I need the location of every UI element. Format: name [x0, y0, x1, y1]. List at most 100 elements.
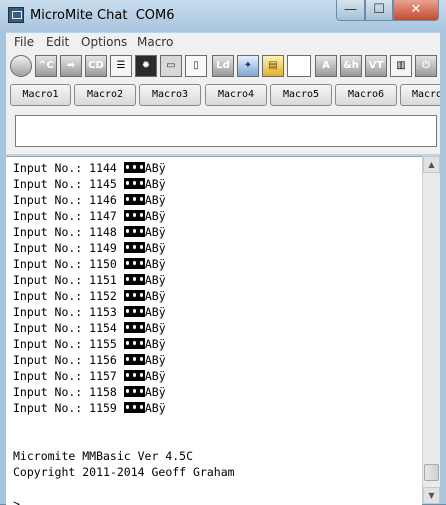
- control-char-glyph: [137, 242, 145, 253]
- control-char-glyph: [137, 386, 145, 397]
- minimize-button[interactable]: —: [336, 0, 365, 21]
- send-input[interactable]: [15, 115, 437, 147]
- scroll-down-icon[interactable]: ▼: [423, 487, 440, 504]
- terminal-line-text: Input No.: 1153: [13, 305, 117, 319]
- control-char-glyph: [137, 338, 145, 349]
- garbage-chars: ABÿ: [123, 192, 166, 208]
- toolbar: ^C ➡ CD ☰ ✹ ▭ ▯ Ld ✦ ▤ A &h VT ▥ ⏻: [6, 53, 440, 81]
- garbage-chars: ABÿ: [123, 400, 166, 416]
- garbage-chars: ABÿ: [123, 160, 166, 176]
- split-icon[interactable]: ▥: [390, 55, 412, 77]
- control-char-glyph: [130, 178, 138, 189]
- control-char-glyph: [123, 242, 131, 253]
- garbage-suffix: ABÿ: [144, 209, 166, 223]
- garbage-chars: ABÿ: [123, 240, 166, 256]
- terminal-output[interactable]: Input No.: 1144 ABÿ Input No.: 1145 ABÿ Inpu…: [6, 156, 422, 505]
- garbage-suffix: ABÿ: [144, 305, 166, 319]
- terminal-line: Input No.: 1156 ABÿ: [13, 352, 166, 368]
- menu-edit[interactable]: Edit: [46, 35, 69, 49]
- garbage-suffix: ABÿ: [144, 321, 166, 335]
- terminal-line-text: Input No.: 1148: [13, 225, 117, 239]
- garbage-suffix: ABÿ: [144, 353, 166, 367]
- control-char-glyph: [123, 338, 131, 349]
- terminal-line-text: Input No.: 1147: [13, 209, 117, 223]
- maximize-button[interactable]: ☐: [365, 0, 393, 21]
- and-h-icon[interactable]: &h: [340, 55, 362, 77]
- terminal-line: Input No.: 1154 ABÿ: [13, 320, 166, 336]
- control-char-glyph: [130, 290, 138, 301]
- terminal-line-text: Input No.: 1157: [13, 369, 117, 383]
- terminal-line: Input No.: 1159 ABÿ: [13, 400, 166, 416]
- control-char-glyph: [137, 354, 145, 365]
- garbage-chars: ABÿ: [123, 288, 166, 304]
- close-button[interactable]: ✕: [393, 0, 439, 21]
- macro7-button[interactable]: Macro7: [400, 84, 440, 106]
- control-char-glyph: [130, 194, 138, 205]
- control-char-glyph: [123, 322, 131, 333]
- clock-icon[interactable]: [10, 55, 32, 77]
- control-char-glyph: [137, 402, 145, 413]
- control-char-glyph: [123, 258, 131, 269]
- macro3-button[interactable]: Macro3: [139, 84, 201, 106]
- blank-icon[interactable]: [287, 55, 311, 77]
- macro2-button[interactable]: Macro2: [74, 84, 136, 106]
- macro4-button[interactable]: Macro4: [205, 84, 267, 106]
- list-icon[interactable]: ☰: [110, 55, 132, 77]
- control-char-glyph: [137, 178, 145, 189]
- app-icon[interactable]: [8, 7, 24, 23]
- control-char-glyph: [137, 290, 145, 301]
- garbage-chars: ABÿ: [123, 224, 166, 240]
- control-char-glyph: [123, 402, 131, 413]
- chat-window: MicroMite Chat COM6 — ☐ ✕ File Edit Opti…: [0, 0, 446, 505]
- control-char-glyph: [130, 242, 138, 253]
- scroll-thumb[interactable]: [424, 464, 439, 481]
- power-icon[interactable]: ⏻: [415, 55, 437, 77]
- terminal-line: Input No.: 1146 ABÿ: [13, 192, 166, 208]
- garbage-chars: ABÿ: [123, 384, 166, 400]
- a-icon[interactable]: A: [315, 55, 337, 77]
- garbage-suffix: ABÿ: [144, 369, 166, 383]
- folder-open-icon[interactable]: ▤: [262, 55, 284, 77]
- gear-icon[interactable]: ✹: [135, 55, 157, 77]
- terminal-line: Input No.: 1144 ABÿ: [13, 160, 166, 176]
- garbage-chars: ABÿ: [123, 304, 166, 320]
- macro1-button[interactable]: Macro1: [10, 84, 71, 106]
- ld-icon[interactable]: Ld: [212, 55, 234, 77]
- garbage-suffix: ABÿ: [144, 177, 166, 191]
- control-char-glyph: [137, 162, 145, 173]
- menu-file[interactable]: File: [14, 35, 34, 49]
- arrow-right-icon[interactable]: ➡: [60, 55, 82, 77]
- control-char-glyph: [123, 274, 131, 285]
- garbage-suffix: ABÿ: [144, 257, 166, 271]
- control-char-glyph: [130, 274, 138, 285]
- garbage-suffix: ABÿ: [144, 193, 166, 207]
- puzzle-icon[interactable]: ✦: [237, 55, 259, 77]
- control-char-glyph: [123, 370, 131, 381]
- terminal-line-text: Input No.: 1151: [13, 273, 117, 287]
- macro5-button[interactable]: Macro5: [270, 84, 332, 106]
- garbage-chars: ABÿ: [123, 368, 166, 384]
- cd-icon[interactable]: CD: [85, 55, 107, 77]
- vertical-scrollbar[interactable]: ▲ ▼: [422, 156, 440, 504]
- terminal-line: Input No.: 1157 ABÿ: [13, 368, 166, 384]
- control-char-glyph: [123, 290, 131, 301]
- garbage-suffix: ABÿ: [144, 401, 166, 415]
- menu-macro[interactable]: Macro: [137, 35, 173, 49]
- garbage-suffix: ABÿ: [144, 289, 166, 303]
- folder-icon[interactable]: ▭: [160, 55, 182, 77]
- ctrl-c-icon[interactable]: ^C: [35, 55, 57, 77]
- banner-line: Copyright 2011-2014 Geoff Graham: [13, 465, 235, 479]
- control-char-glyph: [137, 274, 145, 285]
- terminal-line-text: Input No.: 1155: [13, 337, 117, 351]
- vt-icon[interactable]: VT: [365, 55, 387, 77]
- terminal-line: Input No.: 1145 ABÿ: [13, 176, 166, 192]
- garbage-chars: ABÿ: [123, 336, 166, 352]
- document-icon[interactable]: ▯: [185, 55, 207, 77]
- send-area: [6, 110, 440, 154]
- macro6-button[interactable]: Macro6: [335, 84, 397, 106]
- title-bar[interactable]: MicroMite Chat COM6 — ☐ ✕: [0, 0, 446, 32]
- control-char-glyph: [130, 338, 138, 349]
- garbage-suffix: ABÿ: [144, 241, 166, 255]
- scroll-up-icon[interactable]: ▲: [423, 156, 440, 173]
- menu-options[interactable]: Options: [81, 35, 127, 49]
